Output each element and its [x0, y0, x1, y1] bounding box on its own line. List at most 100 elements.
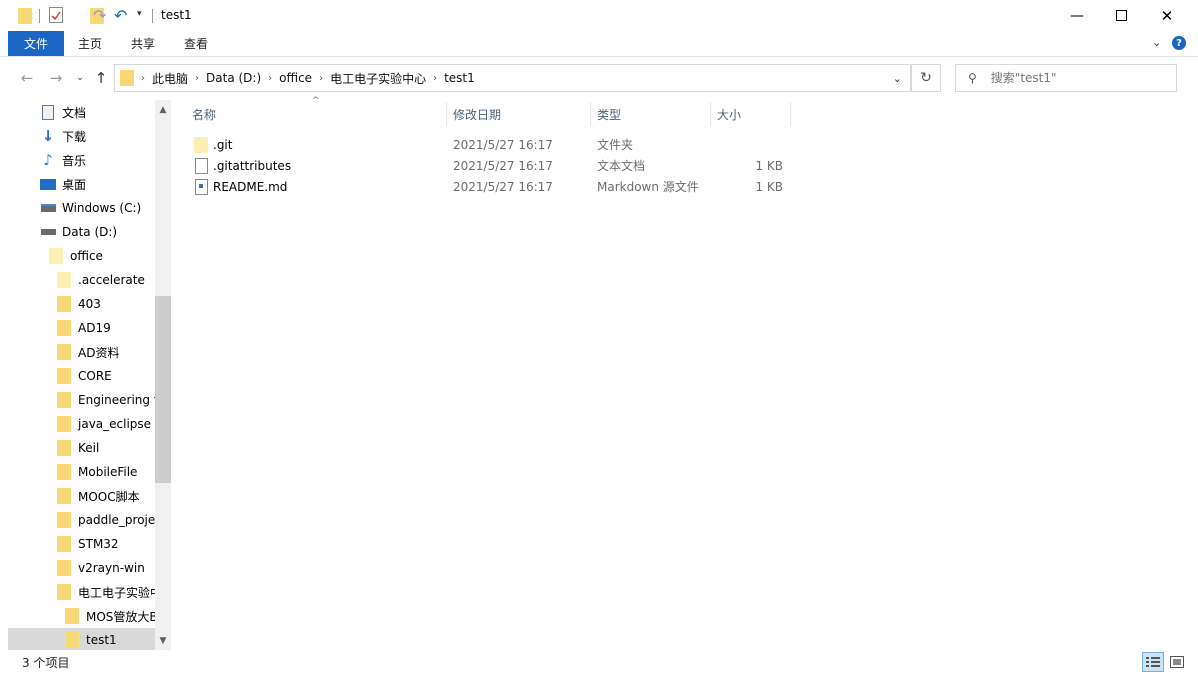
nav-item-label: Data (D:)	[62, 225, 118, 239]
nav-item-accelerate[interactable]: .accelerate	[8, 268, 171, 292]
nav-item-keil[interactable]: Keil	[8, 436, 171, 460]
breadcrumb-lab-center[interactable]: 电工电子实验中心	[326, 70, 430, 87]
column-divider[interactable]	[446, 102, 447, 127]
address-dropdown-icon[interactable]: ⌄	[893, 72, 902, 85]
column-header-size[interactable]: 大小	[717, 102, 789, 127]
maximize-icon	[1115, 10, 1127, 21]
nav-item-label: MobileFile	[78, 465, 138, 479]
forward-button[interactable]: →	[46, 68, 66, 88]
address-bar[interactable]: › 此电脑 › Data (D:) › office › 电工电子实验中心 › …	[114, 64, 911, 92]
nav-item-ad-docs[interactable]: AD资料	[8, 340, 171, 364]
window-title: test1	[161, 8, 192, 22]
file-row[interactable]: .gitattributes 2021/5/27 16:17 文本文档 1 KB	[186, 155, 791, 176]
breadcrumb-this-pc[interactable]: 此电脑	[148, 70, 192, 87]
undo-icon[interactable]: ↶	[114, 6, 127, 25]
details-view-icon	[1146, 657, 1160, 667]
nav-item-documents[interactable]: 文档	[8, 100, 171, 124]
nav-item-java-eclipse[interactable]: java_eclipse	[8, 412, 171, 436]
nav-item-desktop[interactable]: 桌面	[8, 172, 171, 196]
column-divider[interactable]	[790, 102, 791, 127]
minimize-button[interactable]: —	[1054, 0, 1100, 31]
nav-item-core[interactable]: CORE	[8, 364, 171, 388]
nav-item-label: 下载	[62, 129, 87, 144]
nav-item-label: 403	[78, 297, 101, 311]
expand-ribbon-icon[interactable]: ⌄	[1152, 36, 1161, 49]
file-row[interactable]: .git 2021/5/27 16:17 文件夹	[186, 134, 791, 155]
large-icons-view-button[interactable]	[1166, 652, 1188, 672]
nav-item-stm32[interactable]: STM32	[8, 532, 171, 556]
up-button[interactable]: ↑	[91, 68, 111, 88]
nav-item-mooc[interactable]: MOOC脚本	[8, 484, 171, 508]
nav-item-ad19[interactable]: AD19	[8, 316, 171, 340]
folder-icon	[56, 272, 72, 288]
recent-locations-button[interactable]: ⌄	[70, 68, 90, 88]
nav-item-label: v2rayn-win	[78, 561, 145, 575]
nav-item-label: 桌面	[62, 177, 87, 192]
close-button[interactable]: ✕	[1144, 0, 1190, 31]
redo-icon[interactable]: ↷	[93, 6, 106, 25]
tab-home[interactable]: 主页	[66, 31, 114, 56]
column-header-type[interactable]: 类型	[597, 102, 709, 127]
title-bar: ↷ ↶ ▾ test1 — ✕	[0, 0, 1198, 31]
nav-item-label: MOOC脚本	[78, 489, 140, 504]
nav-item-label: AD19	[78, 321, 111, 335]
search-box[interactable]: ⚲	[955, 64, 1177, 92]
nav-item-downloads[interactable]: ↓ 下载	[8, 124, 171, 148]
column-header-date[interactable]: 修改日期	[453, 102, 589, 127]
folder-icon	[56, 296, 72, 312]
properties-icon[interactable]	[49, 7, 63, 23]
nav-item-v2rayn[interactable]: v2rayn-win	[8, 556, 171, 580]
folder-icon	[56, 464, 72, 480]
nav-item-label: office	[70, 249, 103, 263]
help-icon[interactable]: ?	[1172, 36, 1186, 50]
nav-item-engineering[interactable]: Engineering t	[8, 388, 171, 412]
nav-item-mos[interactable]: MOS管放大B	[8, 604, 171, 628]
nav-item-label: test1	[86, 633, 117, 647]
documents-icon	[40, 104, 56, 120]
nav-item-office[interactable]: office	[8, 244, 171, 268]
nav-item-mobilefile[interactable]: MobileFile	[8, 460, 171, 484]
details-view-button[interactable]	[1142, 652, 1164, 672]
search-input[interactable]	[988, 70, 1163, 86]
file-type: 文件夹	[597, 138, 634, 152]
nav-scrollbar-thumb[interactable]	[155, 296, 171, 483]
column-divider[interactable]	[710, 102, 711, 127]
tab-view[interactable]: 查看	[171, 31, 221, 56]
nav-item-lab-center[interactable]: 电工电子实验中	[8, 580, 171, 604]
file-row[interactable]: README.md 2021/5/27 16:17 Markdown 源文件 1…	[186, 176, 791, 197]
text-file-icon	[195, 155, 208, 176]
breadcrumb-data-d[interactable]: Data (D:)	[202, 71, 265, 85]
desktop-icon	[40, 176, 56, 192]
scroll-down-icon[interactable]: ▼	[155, 633, 171, 649]
file-name: README.md	[213, 179, 288, 194]
nav-item-paddle[interactable]: paddle_proje	[8, 508, 171, 532]
maximize-button[interactable]	[1098, 0, 1144, 31]
column-divider[interactable]	[590, 102, 591, 127]
breadcrumb-office[interactable]: office	[275, 71, 316, 85]
nav-item-music[interactable]: ♪ 音乐	[8, 148, 171, 172]
folder-icon	[56, 344, 72, 360]
file-size: 1 KB	[755, 158, 783, 173]
refresh-button[interactable]: ↻	[911, 64, 941, 92]
customize-quick-access-icon[interactable]: ▾	[137, 9, 142, 19]
file-date: 2021/5/27 16:17	[453, 137, 553, 152]
folder-icon	[56, 512, 72, 528]
nav-item-label: MOS管放大B	[86, 609, 158, 624]
column-header-name[interactable]: 名称	[192, 102, 446, 127]
nav-item-label: paddle_proje	[78, 513, 156, 527]
tab-share[interactable]: 共享	[118, 31, 168, 56]
tab-file[interactable]: 文件	[8, 31, 64, 56]
folder-icon	[56, 320, 72, 336]
scroll-up-icon[interactable]: ▲	[155, 102, 171, 118]
folder-icon	[56, 560, 72, 576]
file-name: .git	[213, 137, 233, 152]
breadcrumb-separator: ›	[433, 72, 438, 84]
nav-item-drive-c[interactable]: Windows (C:)	[8, 196, 171, 220]
nav-item-403[interactable]: 403	[8, 292, 171, 316]
back-button[interactable]: ←	[17, 68, 37, 88]
nav-item-drive-d[interactable]: Data (D:)	[8, 220, 171, 244]
back-arrow-icon: ←	[20, 69, 34, 87]
nav-item-label: .accelerate	[78, 273, 145, 287]
nav-item-test1[interactable]: test1	[8, 628, 171, 650]
breadcrumb-test1[interactable]: test1	[440, 71, 479, 85]
